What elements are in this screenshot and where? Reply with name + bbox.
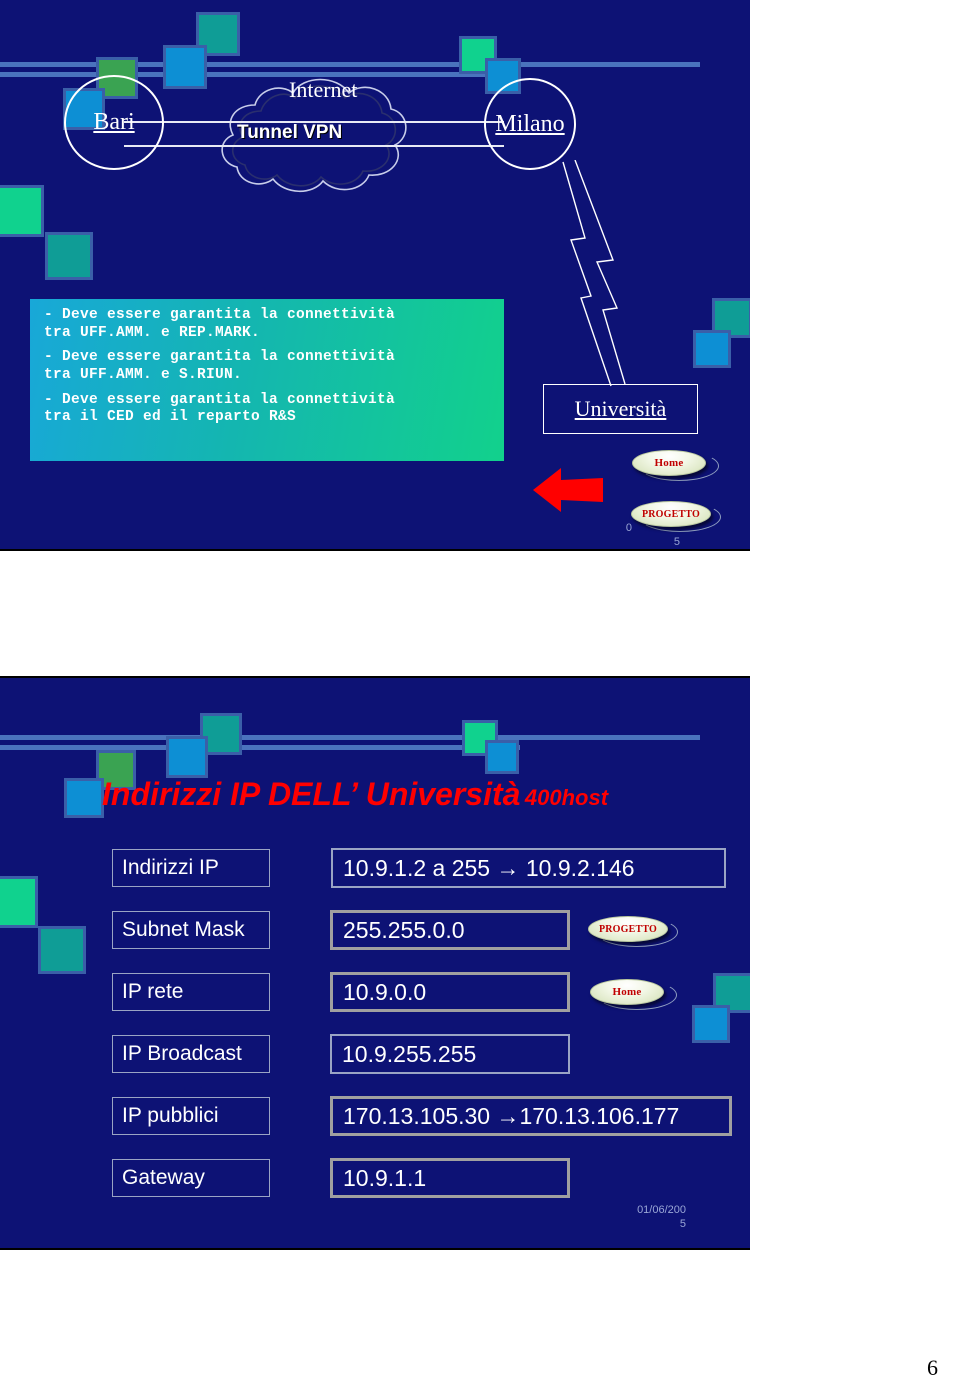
requirement-item: - Deve essere garantita la connettività …: [44, 307, 494, 342]
node-bari-label: Bari: [93, 109, 135, 135]
table-row: Indirizzi IP 10.9.1.2 a 255 → 10.9.2.146: [112, 848, 726, 888]
deco-square-blue-4: [693, 330, 731, 368]
deco-square-blue-7: [485, 740, 519, 774]
page-title-main: Indirizzi IP DELL’ Università: [102, 776, 521, 812]
cloud-label-internet: Internet: [289, 77, 358, 102]
requirement-line: - Deve essere garantita la connettività: [44, 349, 396, 366]
deco-square-teal-5: [38, 926, 86, 974]
home-button-label-2: Home: [612, 986, 642, 998]
node-milano: Milano: [484, 78, 576, 170]
slide-network-diagram: Internet Tunnel VPN Bari Milano - Deve e…: [0, 0, 750, 551]
requirement-line: tra UFF.AMM. e REP.MARK.: [44, 324, 261, 341]
row-value: 10.9.1.1: [330, 1158, 570, 1198]
row-value: 255.255.0.0: [330, 910, 570, 950]
deco-square-spring-4: [0, 876, 38, 928]
deco-square-blue-5: [166, 736, 208, 778]
row-value: 10.9.0.0: [330, 972, 570, 1012]
row-label: IP rete: [112, 973, 270, 1011]
slide1-date-line-1: 0: [625, 522, 632, 534]
progetto-button-2[interactable]: PROGETTO: [588, 916, 668, 942]
row-value: 10.9.255.255: [330, 1034, 570, 1074]
vpn-line-bottom: [124, 145, 504, 147]
home-button[interactable]: Home: [632, 450, 706, 476]
requirement-item: - Deve essere garantita la connettività …: [44, 392, 494, 427]
deco-square-teal-2: [45, 232, 93, 280]
node-milano-label: Milano: [495, 110, 565, 137]
slide-ip-addresses: Indirizzi IP DELL’ Università 400host In…: [0, 676, 750, 1250]
slide2-date-line-1: 01/06/200: [637, 1204, 686, 1216]
page-title-sub: 400host: [524, 785, 609, 810]
slide2-date: 01/06/200 5: [590, 1204, 686, 1232]
requirement-line: - Deve essere garantita la connettività: [44, 307, 396, 323]
progetto-button-label-2: PROGETTO: [598, 923, 658, 935]
row-value: 170.13.105.30 →170.13.106.177: [330, 1096, 732, 1136]
requirements-textbox: - Deve essere garantita la connettività …: [28, 297, 506, 463]
table-row: IP pubblici 170.13.105.30 →170.13.106.17…: [112, 1096, 732, 1136]
node-bari: Bari: [64, 75, 164, 170]
row-label: Gateway: [112, 1159, 270, 1197]
row-label: Subnet Mask: [112, 911, 270, 949]
row-label: Indirizzi IP: [112, 849, 270, 887]
progetto-button[interactable]: PROGETTO: [631, 501, 711, 527]
deco-bar-bottom-2: [0, 745, 520, 750]
table-row: IP Broadcast 10.9.255.255: [112, 1034, 570, 1074]
slide1-date-line-2: 5: [673, 536, 680, 548]
row-value: 10.9.1.2 a 255 → 10.9.2.146: [331, 848, 726, 888]
table-row: Gateway 10.9.1.1: [112, 1158, 570, 1198]
table-row: Subnet Mask 255.255.0.0: [112, 910, 570, 950]
row-label: IP pubblici: [112, 1097, 270, 1135]
deco-square-blue-8: [692, 1005, 730, 1043]
home-button-label: Home: [654, 457, 684, 469]
row-label: IP Broadcast: [112, 1035, 270, 1073]
slide2-date-line-2: 5: [679, 1217, 686, 1230]
deco-square-blue-6: [64, 778, 104, 818]
page-title: Indirizzi IP DELL’ Università 400host: [102, 776, 608, 813]
red-arrow-left-icon: [533, 468, 603, 512]
requirement-line: - Deve essere garantita la connettività: [44, 391, 396, 408]
vpn-tunnel-label: Tunnel VPN: [237, 122, 343, 143]
progetto-button-label: PROGETTO: [641, 508, 701, 520]
page-number: 6: [927, 1355, 938, 1380]
table-row: IP rete 10.9.0.0: [112, 972, 570, 1012]
universita-box: Università: [543, 384, 698, 434]
home-button-2[interactable]: Home: [590, 979, 664, 1005]
universita-label: Università: [574, 396, 667, 421]
requirement-line: tra UFF.AMM. e S.RIUN.: [44, 367, 243, 384]
deco-square-spring-2: [0, 185, 44, 237]
requirement-line: tra il CED ed il reparto R&S: [44, 409, 297, 426]
requirement-item: - Deve essere garantita la connettività …: [44, 349, 494, 384]
deco-bar-top-2: [0, 735, 700, 740]
lightning-connector: [562, 160, 626, 387]
